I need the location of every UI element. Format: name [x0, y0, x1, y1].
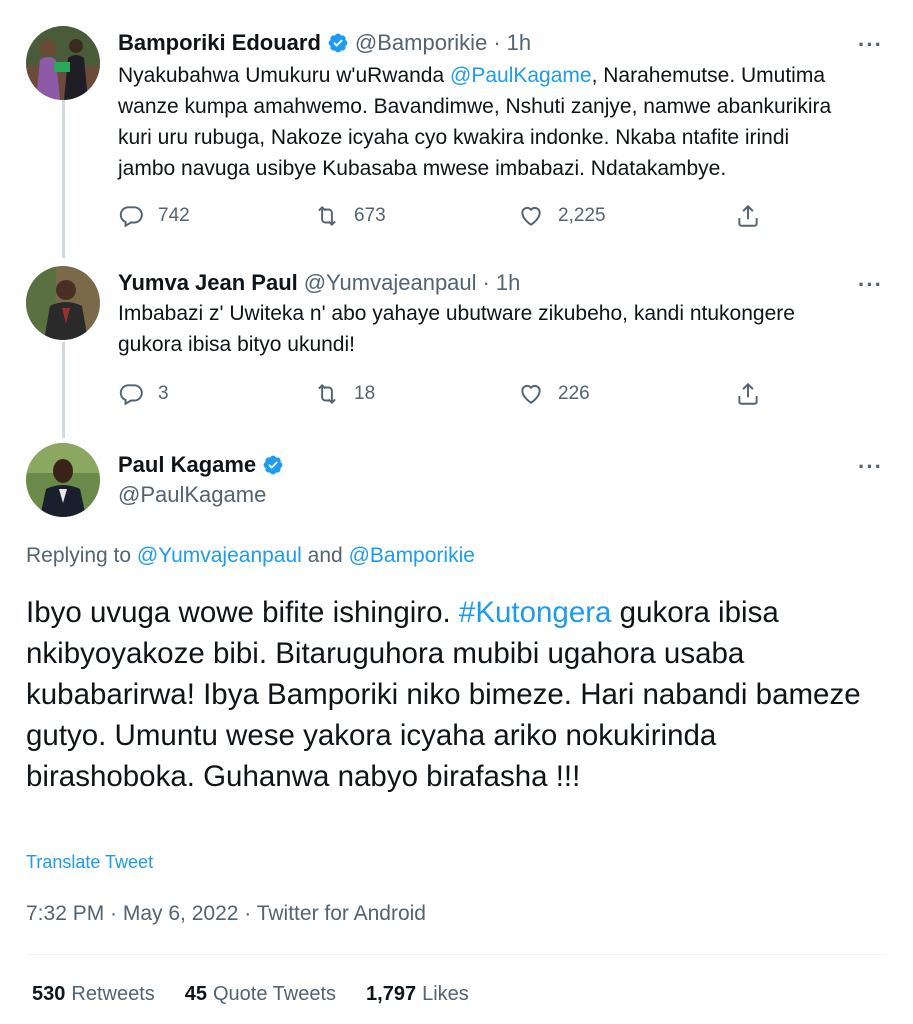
tweet-stats: 530 Retweets 45 Quote Tweets 1,797 Likes: [32, 983, 469, 1006]
quote-tweets-stat[interactable]: 45 Quote Tweets: [185, 983, 336, 1006]
share-icon: [738, 382, 758, 405]
more-options-icon[interactable]: ···: [858, 32, 883, 58]
retweet-icon: [318, 205, 336, 227]
share-icon: [738, 204, 758, 227]
like-button[interactable]: 226: [518, 381, 590, 407]
mention-link[interactable]: @Yumvajeanpaul: [137, 544, 302, 567]
more-options-icon[interactable]: ···: [858, 272, 883, 298]
tweet-text: Nyakubahwa Umukuru w'uRwanda @PaulKagame…: [118, 64, 832, 180]
tweet-timestamp[interactable]: 7:32 PM · May 6, 2022 · Twitter for Andr…: [26, 902, 426, 926]
tweet-text: Imbabazi z' Uwiteka n' abo yahaye ubutwa…: [118, 302, 795, 356]
likes-stat[interactable]: 1,797 Likes: [366, 983, 469, 1006]
verified-badge-icon: [328, 33, 348, 53]
tweet-header: Yumva Jean Paul @Yumvajeanpaul · 1h: [118, 270, 520, 296]
main-tweet-text: Ibyo uvuga wowe bifite ishingiro. #Kuton…: [26, 596, 861, 793]
tweet-time[interactable]: 1h: [507, 30, 531, 56]
author-name[interactable]: Bamporiki Edouard: [118, 30, 321, 56]
tweet-time[interactable]: 1h: [496, 270, 520, 296]
verified-badge-icon: [263, 455, 283, 475]
reply-icon: [119, 206, 143, 228]
author-handle[interactable]: @PaulKagame: [118, 482, 266, 508]
like-button[interactable]: 2,225: [518, 203, 606, 229]
separator-dot: ·: [493, 30, 501, 55]
retweets-stat[interactable]: 530 Retweets: [32, 983, 155, 1006]
hashtag-link[interactable]: #Kutongera: [459, 596, 612, 629]
heart-icon: [521, 384, 541, 404]
divider: [26, 954, 887, 955]
author-handle[interactable]: @Bamporikie: [355, 30, 487, 56]
retweet-icon: [318, 383, 336, 405]
thread-line: [62, 342, 65, 438]
share-button[interactable]: [735, 381, 761, 407]
avatar[interactable]: [26, 26, 100, 100]
tweet-header: Paul Kagame: [118, 452, 284, 478]
mention-link[interactable]: @Bamporikie: [349, 544, 475, 567]
translate-tweet-link[interactable]: Translate Tweet: [26, 852, 153, 873]
author-handle[interactable]: @Yumvajeanpaul: [304, 270, 477, 296]
avatar[interactable]: [26, 443, 100, 517]
thread-line: [62, 100, 65, 258]
reply-button[interactable]: 3: [118, 381, 169, 407]
share-button[interactable]: [735, 203, 761, 229]
more-options-icon[interactable]: ···: [858, 454, 883, 480]
author-name[interactable]: Yumva Jean Paul: [118, 270, 298, 296]
heart-icon: [521, 206, 541, 226]
separator-dot: ·: [482, 270, 490, 295]
tweet-header: Bamporiki Edouard @Bamporikie · 1h: [118, 30, 531, 56]
avatar[interactable]: [26, 266, 100, 340]
author-name[interactable]: Paul Kagame: [118, 452, 256, 478]
reply-button[interactable]: 742: [118, 203, 190, 229]
replying-to: Replying to @Yumvajeanpaul and @Bamporik…: [26, 544, 475, 567]
reply-icon: [119, 384, 143, 406]
retweet-button[interactable]: 673: [314, 203, 386, 229]
retweet-button[interactable]: 18: [314, 381, 375, 407]
mention-link[interactable]: @PaulKagame: [450, 64, 592, 87]
